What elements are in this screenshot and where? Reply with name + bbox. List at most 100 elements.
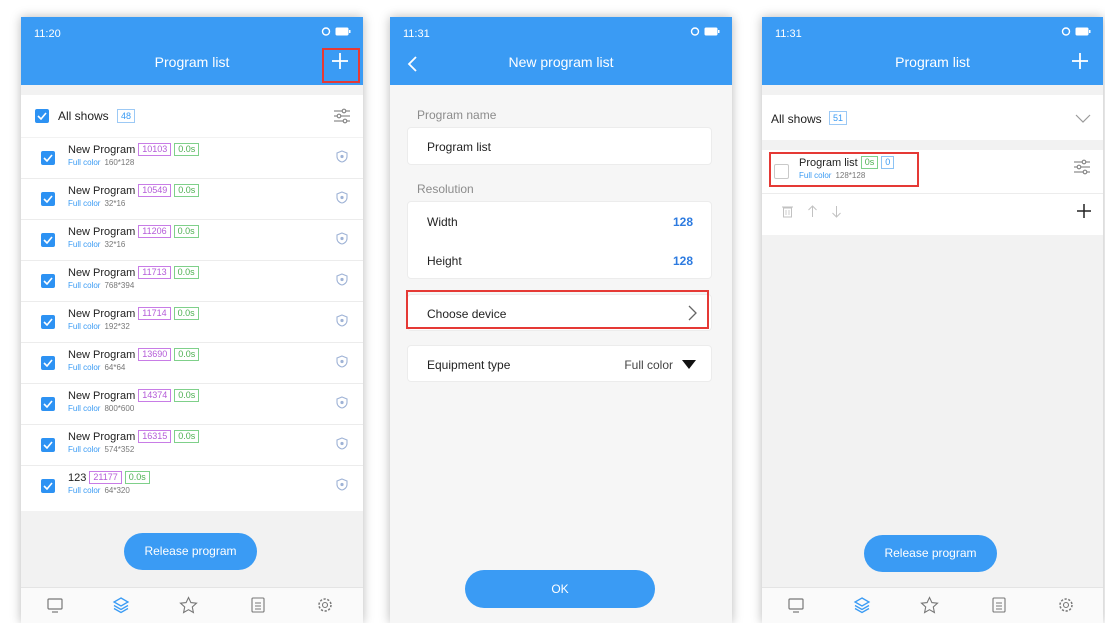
resolution-card: Width 128 Height 128 <box>407 201 712 279</box>
page-title: Program list <box>154 54 230 70</box>
program-meta: Full color 32*16 <box>68 240 126 249</box>
star-icon[interactable] <box>179 596 198 614</box>
program-time-badge: 0.0s <box>174 430 200 443</box>
alarm-icon <box>690 27 700 36</box>
program-name: New Program 11206 0.0s <box>68 225 199 238</box>
shield-icon[interactable] <box>336 150 348 163</box>
program-meta: Full color 128*128 <box>799 171 866 180</box>
row-checkbox[interactable] <box>41 151 55 165</box>
program-id-badge: 11714 <box>138 307 171 320</box>
ok-button[interactable]: OK <box>465 570 655 608</box>
program-list-item[interactable]: Program list 0s 0 Full color 128*128 <box>762 150 1103 235</box>
status-time: 11:31 <box>403 28 430 40</box>
program-row[interactable]: New Program 14374 0.0s Full color 800*600 <box>21 384 363 425</box>
program-row[interactable]: 123 21177 0.0s Full color 64*320 <box>21 466 363 507</box>
release-program-button[interactable]: Release program <box>864 535 997 572</box>
shield-icon[interactable] <box>336 396 348 409</box>
list-icon[interactable] <box>250 596 266 614</box>
program-row[interactable]: New Program 10549 0.0s Full color 32*16 <box>21 179 363 220</box>
row-checkbox[interactable] <box>41 315 55 329</box>
row-checkbox[interactable] <box>41 397 55 411</box>
choose-device-row[interactable]: Choose device <box>407 294 712 331</box>
program-name: New Program 10549 0.0s <box>68 184 200 197</box>
program-row[interactable]: New Program 11206 0.0s Full color 32*16 <box>21 220 363 261</box>
all-shows-row[interactable]: All shows 48 <box>21 95 363 137</box>
program-name-field[interactable]: Program list <box>427 140 491 154</box>
program-name: New Program 13690 0.0s <box>68 348 200 361</box>
app-bar: 11:31 New program list <box>390 17 732 85</box>
equipment-type-label: Equipment type <box>427 358 511 372</box>
program-row[interactable]: New Program 11713 0.0s Full color 768*394 <box>21 261 363 302</box>
program-row[interactable]: New Program 10103 0.0s Full color 160*128 <box>21 138 363 179</box>
all-shows-row[interactable]: All shows 51 <box>762 95 1103 140</box>
program-id-badge: 10103 <box>138 143 172 156</box>
program-id-badge: 13690 <box>138 348 172 361</box>
row-checkbox[interactable] <box>41 356 55 370</box>
shield-icon[interactable] <box>336 273 348 286</box>
layers-icon[interactable] <box>112 596 130 614</box>
dropdown-triangle-icon[interactable] <box>682 360 696 369</box>
program-id-badge: 10549 <box>138 184 172 197</box>
chevron-right-icon <box>688 305 697 321</box>
settings-icon[interactable] <box>1057 596 1075 614</box>
add-icon[interactable] <box>327 48 353 74</box>
row-checkbox[interactable] <box>41 192 55 206</box>
shield-icon[interactable] <box>336 314 348 327</box>
program-row[interactable]: New Program 16315 0.0s Full color 574*352 <box>21 425 363 466</box>
width-value[interactable]: 128 <box>673 215 693 229</box>
all-shows-label: All shows <box>58 109 109 123</box>
program-row[interactable]: New Program 13690 0.0s Full color 64*64 <box>21 343 363 384</box>
all-shows-checkbox[interactable] <box>35 109 49 123</box>
row-checkbox[interactable] <box>41 233 55 247</box>
add-icon[interactable] <box>1067 48 1093 74</box>
monitor-icon[interactable] <box>787 596 805 614</box>
shield-icon[interactable] <box>336 191 348 204</box>
release-program-button[interactable]: Release program <box>124 533 257 570</box>
list-icon[interactable] <box>991 596 1007 614</box>
row-checkbox[interactable] <box>41 438 55 452</box>
item-checkbox[interactable] <box>774 164 789 179</box>
trash-icon[interactable] <box>782 205 793 218</box>
monitor-icon[interactable] <box>46 596 64 614</box>
program-time-badge: 0.0s <box>174 184 200 197</box>
star-icon[interactable] <box>920 596 939 614</box>
shield-icon[interactable] <box>336 478 348 491</box>
program-meta: Full color 768*394 <box>68 281 135 290</box>
settings-icon[interactable] <box>316 596 334 614</box>
phone-screen-new-program-list: 11:31 New program list Program name Prog… <box>390 17 732 623</box>
bottom-nav <box>762 587 1103 623</box>
row-checkbox[interactable] <box>41 479 55 493</box>
item-divider <box>762 193 1103 194</box>
shield-icon[interactable] <box>336 437 348 450</box>
chevron-down-icon[interactable] <box>1075 114 1091 123</box>
program-name: New Program 11713 0.0s <box>68 266 199 279</box>
battery-icon <box>1075 27 1091 35</box>
all-shows-count: 51 <box>829 111 848 125</box>
program-meta: Full color 64*64 <box>68 363 126 372</box>
program-name: New Program 11714 0.0s <box>68 307 199 320</box>
program-name-card[interactable]: Program list <box>407 127 712 165</box>
program-meta: Full color 64*320 <box>68 486 130 495</box>
program-name: 123 21177 0.0s <box>68 471 150 484</box>
layers-icon[interactable] <box>853 596 871 614</box>
arrow-down-icon[interactable] <box>831 205 842 218</box>
program-time-badge: 0.0s <box>174 143 200 156</box>
program-id-badge: 11713 <box>138 266 171 279</box>
alarm-icon <box>321 27 331 36</box>
status-icons <box>1061 26 1091 36</box>
row-checkbox[interactable] <box>41 274 55 288</box>
equipment-type-value[interactable]: Full color <box>624 358 673 372</box>
add-icon[interactable] <box>1076 203 1092 219</box>
shield-icon[interactable] <box>336 355 348 368</box>
equipment-type-row[interactable]: Equipment type Full color <box>407 345 712 382</box>
arrow-up-icon[interactable] <box>807 205 818 218</box>
program-count-badge: 0 <box>881 156 895 169</box>
filter-sliders-icon[interactable] <box>1073 158 1091 176</box>
program-time-badge: 0.0s <box>174 348 200 361</box>
filter-sliders-icon[interactable] <box>333 107 351 125</box>
shield-icon[interactable] <box>336 232 348 245</box>
program-row[interactable]: New Program 11714 0.0s Full color 192*32 <box>21 302 363 343</box>
alarm-icon <box>1061 27 1071 36</box>
program-meta: Full color 800*600 <box>68 404 135 413</box>
height-value[interactable]: 128 <box>673 254 693 268</box>
